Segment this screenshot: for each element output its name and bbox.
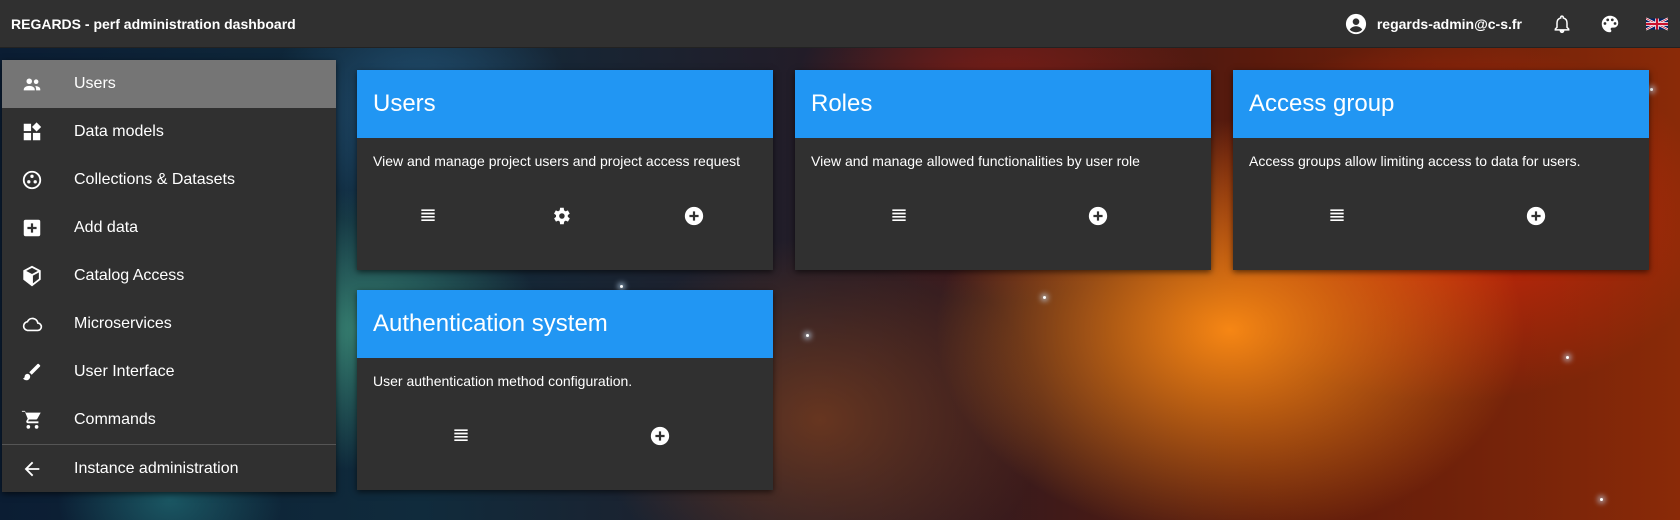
- card-description: View and manage project users and projec…: [373, 153, 741, 169]
- add-authentication-button[interactable]: [646, 422, 674, 450]
- sidebar-item-label: User Interface: [74, 363, 175, 380]
- list-icon: [454, 429, 468, 441]
- cloud-icon: [20, 312, 44, 336]
- roles-card: Roles View and manage allowed functional…: [795, 70, 1211, 270]
- add-circle-icon: [1526, 206, 1546, 226]
- sidebar-item-microservices[interactable]: Microservices: [2, 300, 336, 348]
- card-description: View and manage allowed functionalities …: [811, 153, 1140, 169]
- brush-icon: [20, 360, 44, 384]
- sidebar-item-data-models[interactable]: Data models: [2, 108, 336, 156]
- background-star: [806, 334, 809, 337]
- sidebar-item-label: Catalog Access: [74, 267, 185, 284]
- card-description: User authentication method configuration…: [373, 373, 633, 389]
- list-icon: [1330, 209, 1344, 221]
- people-icon: [20, 72, 44, 96]
- sidebar-item-label: Commands: [74, 411, 156, 428]
- list-icon: [421, 209, 435, 221]
- add-circle-icon: [1088, 206, 1108, 226]
- list-icon: [892, 209, 906, 221]
- background-star: [620, 285, 623, 288]
- sidebar-menu: Users Data models Collections & Datasets…: [2, 60, 336, 492]
- list-users-button[interactable]: [414, 202, 442, 230]
- list-authentication-button[interactable]: [447, 422, 475, 450]
- sidebar-item-label: Microservices: [74, 315, 172, 332]
- top-app-bar: REGARDS - perf administration dashboard …: [0, 0, 1680, 48]
- add-role-button[interactable]: [1084, 202, 1112, 230]
- card-title: Authentication system: [373, 310, 608, 337]
- card-title: Access group: [1249, 90, 1395, 117]
- sidebar-item-catalog-access[interactable]: Catalog Access: [2, 252, 336, 300]
- card-description: Access groups allow limiting access to d…: [1249, 153, 1581, 169]
- user-email: regards-admin@c-s.fr: [1376, 16, 1522, 32]
- card-actions: [357, 422, 773, 454]
- background-star: [1043, 296, 1046, 299]
- sidebar-item-label: Add data: [74, 219, 139, 236]
- sidebar-item-commands[interactable]: Commands: [2, 396, 336, 444]
- sidebar-item-label: Instance administration: [74, 460, 239, 477]
- app-title: REGARDS - perf administration dashboard: [11, 15, 296, 32]
- background-star: [1566, 356, 1569, 359]
- sidebar-item-users[interactable]: Users: [2, 60, 336, 108]
- sidebar-item-label: Users: [74, 75, 116, 92]
- card-actions: [1233, 202, 1649, 234]
- card-title: Roles: [811, 90, 873, 117]
- card-title: Users: [373, 90, 436, 117]
- card-actions: [357, 202, 773, 234]
- add-circle-icon: [650, 426, 670, 446]
- users-card: Users View and manage project users and …: [357, 70, 773, 270]
- card-header: Roles: [795, 70, 1211, 138]
- cube-icon: [20, 264, 44, 288]
- user-menu-button[interactable]: regards-admin@c-s.fr: [1345, 13, 1522, 35]
- card-header: Access group: [1233, 70, 1649, 138]
- sidebar-item-collections-datasets[interactable]: Collections & Datasets: [2, 156, 336, 204]
- sidebar-item-instance-administration[interactable]: Instance administration: [2, 445, 336, 493]
- background-star: [1600, 498, 1603, 501]
- widgets-icon: [20, 120, 44, 144]
- list-roles-button[interactable]: [885, 202, 913, 230]
- top-bar-actions: regards-admin@c-s.fr: [1345, 0, 1680, 48]
- users-settings-button[interactable]: [547, 202, 575, 230]
- background-star: [1650, 88, 1653, 91]
- add-access-group-button[interactable]: [1522, 202, 1550, 230]
- card-header: Users: [357, 70, 773, 138]
- card-header: Authentication system: [357, 290, 773, 358]
- access-group-card: Access group Access groups allow limitin…: [1233, 70, 1649, 270]
- account-circle-icon: [1345, 13, 1366, 35]
- arrow-back-icon: [20, 457, 44, 481]
- uk-flag-icon[interactable]: [1646, 16, 1668, 32]
- sidebar-item-user-interface[interactable]: User Interface: [2, 348, 336, 396]
- add-circle-icon: [684, 206, 704, 226]
- cart-icon: [20, 408, 44, 432]
- authentication-system-card: Authentication system User authenticatio…: [357, 290, 773, 490]
- settings-gear-icon: [554, 207, 570, 225]
- card-actions: [795, 202, 1211, 234]
- add-box-icon: [20, 216, 44, 240]
- sidebar-item-add-data[interactable]: Add data: [2, 204, 336, 252]
- list-access-groups-button[interactable]: [1323, 202, 1351, 230]
- palette-icon[interactable]: [1598, 12, 1622, 36]
- bubbles-icon: [20, 168, 44, 192]
- add-user-button[interactable]: [680, 202, 708, 230]
- sidebar-item-label: Collections & Datasets: [74, 171, 235, 188]
- sidebar-item-label: Data models: [74, 123, 164, 140]
- notifications-bell-icon[interactable]: [1550, 12, 1574, 36]
